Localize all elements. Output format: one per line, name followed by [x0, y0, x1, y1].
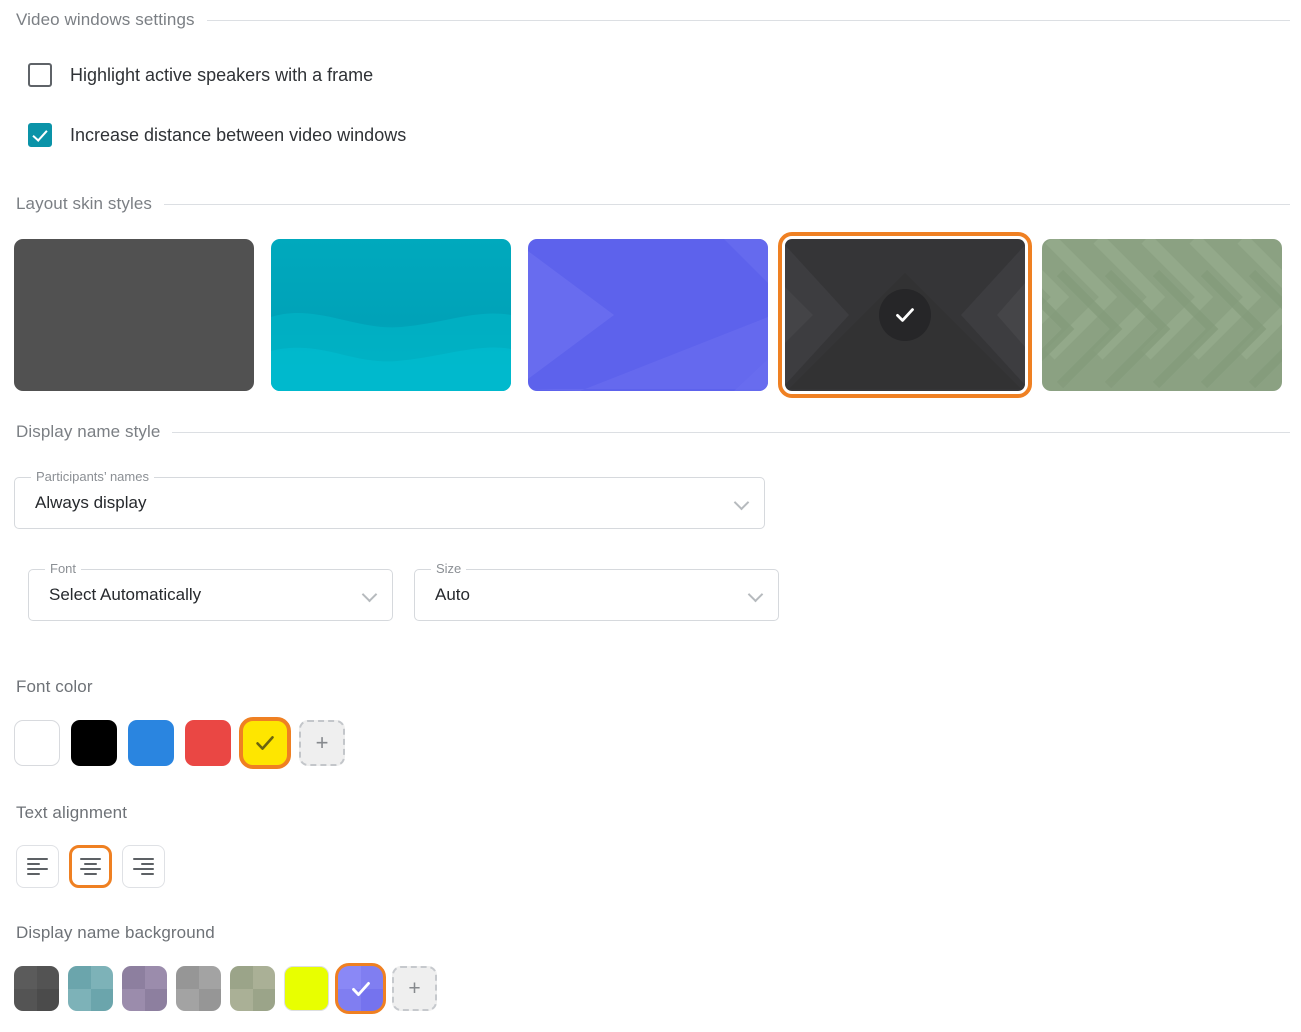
display-name-background-label: Display name background: [16, 923, 215, 942]
layout-skin-option-blue-diagonal[interactable]: [528, 239, 768, 391]
checkbox-highlight-active-speakers[interactable]: [28, 63, 52, 87]
checkbox-label: Highlight active speakers with a frame: [70, 64, 374, 85]
checkbox-increase-distance[interactable]: [28, 123, 52, 147]
bg-swatch-sage[interactable]: [230, 966, 275, 1011]
section-header-layout-skins: Layout skin styles: [0, 194, 1301, 214]
section-header-display-name-style: Display name style: [0, 422, 1301, 442]
chevron-down-icon[interactable]: [748, 587, 764, 603]
align-right-icon: [133, 857, 154, 876]
size-select[interactable]: Size Auto: [414, 562, 779, 621]
check-icon: [256, 736, 274, 750]
align-right-button[interactable]: [122, 845, 165, 888]
bg-swatch-teal[interactable]: [68, 966, 113, 1011]
align-center-icon: [80, 857, 101, 876]
font-color-swatch-red[interactable]: [185, 720, 231, 766]
layout-skin-option-plain-dark[interactable]: [14, 239, 254, 391]
skin-selected-check-badge: [879, 289, 931, 341]
font-color-swatch-white[interactable]: [14, 720, 60, 766]
section-header-video-windows: Video windows settings: [0, 10, 1301, 30]
checkbox-row-increase-distance[interactable]: Increase distance between video windows: [0, 123, 406, 147]
display-name-style-section: Display name style: [0, 422, 1301, 442]
bg-swatch-dark-gray[interactable]: [14, 966, 59, 1011]
chevron-down-icon[interactable]: [734, 495, 750, 511]
participants-names-select[interactable]: Participants’ names Always display: [14, 470, 765, 529]
skin-pattern-solid: [14, 239, 254, 391]
field-legend: Size: [431, 562, 467, 576]
skin-pattern-chevron-stripes: [1042, 239, 1282, 389]
text-alignment-button-group: [0, 845, 165, 888]
font-color-swatch-list: +: [0, 717, 345, 769]
skin-pattern-diagonal: [528, 239, 768, 391]
field-legend: Font: [45, 562, 82, 576]
bg-swatch-purple[interactable]: [122, 966, 167, 1011]
font-color-swatch-black[interactable]: [71, 720, 117, 766]
section-title: Display name style: [16, 422, 161, 441]
plus-icon: +: [315, 730, 329, 755]
font-color-label: Font color: [16, 677, 93, 696]
section-divider: [163, 203, 1290, 205]
checkbox-label: Increase distance between video windows: [70, 124, 407, 145]
display-name-background-swatch-list: +: [0, 963, 437, 1014]
align-center-button[interactable]: [69, 845, 112, 888]
font-size-row: Font Select Automatically Size Auto: [14, 562, 779, 621]
bg-swatch-periwinkle-selected[interactable]: [335, 963, 386, 1014]
check-icon: [351, 981, 370, 996]
section-divider: [206, 19, 1290, 21]
text-alignment-label: Text alignment: [16, 803, 128, 822]
layout-skin-option-sage-chevron[interactable]: [1042, 239, 1282, 391]
field-value: Select Automatically: [49, 585, 202, 604]
font-select[interactable]: Font Select Automatically: [28, 562, 393, 621]
align-left-icon: [27, 857, 48, 876]
bg-swatch-yellow[interactable]: [284, 966, 329, 1011]
field-value: Always display: [35, 493, 147, 512]
section-divider: [172, 431, 1290, 433]
font-color-swatch-blue[interactable]: [128, 720, 174, 766]
layout-skin-option-teal-wave[interactable]: [271, 239, 511, 391]
font-color-add-button[interactable]: +: [299, 720, 345, 766]
layout-skin-list: [0, 232, 1282, 398]
layout-skin-styles-section: Layout skin styles: [0, 194, 1301, 214]
chevron-down-icon[interactable]: [362, 587, 378, 603]
check-icon: [896, 308, 914, 322]
bg-swatch-add-button[interactable]: +: [392, 966, 437, 1011]
layout-skin-option-dark-chevron[interactable]: [778, 232, 1032, 398]
video-windows-settings-section: Video windows settings: [0, 10, 1301, 30]
bg-swatch-gray[interactable]: [176, 966, 221, 1011]
field-legend: Participants’ names: [31, 470, 154, 484]
skin-pattern-waves: [271, 313, 511, 391]
font-color-swatch-yellow-selected[interactable]: [239, 717, 291, 769]
plus-icon: +: [408, 977, 421, 1000]
align-left-button[interactable]: [16, 845, 59, 888]
section-title: Video windows settings: [16, 10, 195, 29]
section-title: Layout skin styles: [16, 194, 152, 213]
field-value: Auto: [435, 585, 470, 604]
checkbox-row-highlight-active-speakers[interactable]: Highlight active speakers with a frame: [0, 63, 373, 87]
